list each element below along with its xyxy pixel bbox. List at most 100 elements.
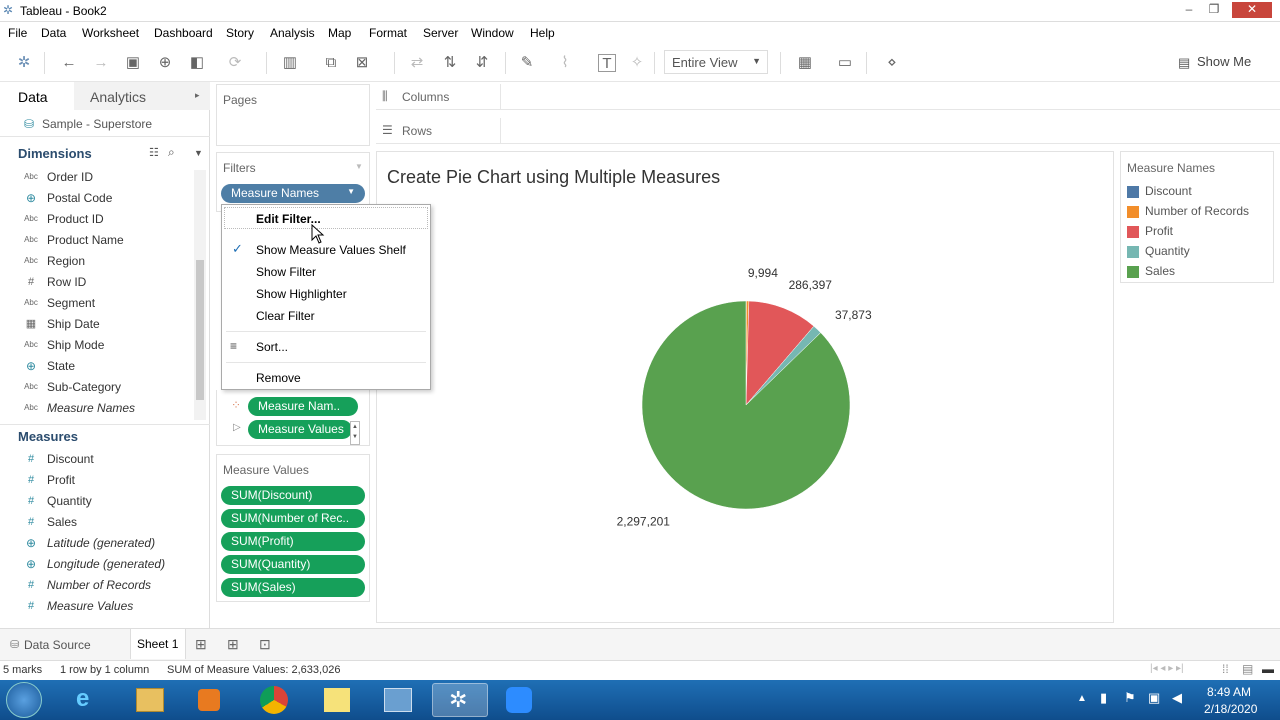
taskbar-sticky[interactable]: [310, 683, 366, 717]
show-me-button[interactable]: Show Me: [1197, 54, 1251, 69]
taskbar-zoom[interactable]: [492, 683, 548, 717]
redo-icon[interactable]: →: [92, 54, 110, 72]
fix-axes-icon[interactable]: ✧: [628, 54, 646, 72]
marks-pill-measure-values[interactable]: Measure Values: [248, 420, 352, 439]
scrollbar-thumb[interactable]: [196, 260, 204, 400]
show-mark-labels-icon[interactable]: T: [598, 54, 616, 72]
share-icon[interactable]: ⋄: [883, 54, 901, 72]
volume-icon[interactable]: ◀: [1172, 690, 1182, 706]
minimize-icon[interactable]: –: [1178, 2, 1200, 18]
tab-sheet1[interactable]: Sheet 1: [137, 637, 178, 651]
maximize-icon[interactable]: ❐: [1203, 2, 1225, 18]
menu-map[interactable]: Map: [328, 26, 351, 40]
chevron-down-icon[interactable]: ▼: [347, 187, 355, 196]
menu-analysis[interactable]: Analysis: [270, 26, 315, 40]
menu-worksheet[interactable]: Worksheet: [82, 26, 139, 40]
pill-sum-sales[interactable]: SUM(Sales): [221, 578, 365, 597]
worksheet-canvas[interactable]: Create Pie Chart using Multiple Measures…: [376, 151, 1114, 623]
field-ship-date[interactable]: ▦ Ship Date: [22, 317, 192, 338]
field-number-of-records[interactable]: # Number of Records: [22, 578, 192, 599]
field-row-id[interactable]: # Row ID: [22, 275, 192, 296]
menu-clear-filter[interactable]: Clear Filter: [256, 309, 315, 323]
tab-analytics[interactable]: Analytics: [90, 89, 146, 105]
new-worksheet-icon[interactable]: ▥: [281, 54, 299, 72]
view-list-icon[interactable]: ☷: [149, 146, 159, 159]
tray-expand-icon[interactable]: ▲: [1077, 693, 1087, 704]
search-icon[interactable]: ⌕: [168, 145, 175, 160]
rows-shelf[interactable]: ☰ Rows: [376, 118, 1280, 144]
new-worksheet-icon[interactable]: ⊞: [195, 636, 207, 653]
menu-data[interactable]: Data: [41, 26, 66, 40]
field-ship-mode[interactable]: Abc Ship Mode: [22, 338, 192, 359]
group-members-icon[interactable]: ⌇: [556, 54, 574, 72]
clock-time[interactable]: 8:49 AM: [1207, 685, 1251, 699]
menu-dashboard[interactable]: Dashboard: [154, 26, 213, 40]
filmstrip-icon[interactable]: ▤: [1242, 662, 1253, 676]
menu-help[interactable]: Help: [530, 26, 555, 40]
menu-server[interactable]: Server: [423, 26, 458, 40]
clear-sheet-icon[interactable]: ⊠: [353, 54, 371, 72]
field-product-id[interactable]: Abc Product ID: [22, 212, 192, 233]
chevron-down-icon[interactable]: ▼: [355, 162, 363, 171]
menu-remove[interactable]: Remove: [256, 371, 301, 385]
field-segment[interactable]: Abc Segment: [22, 296, 192, 317]
filters-shelf[interactable]: Filters ▼: [216, 152, 370, 212]
clock-date[interactable]: 2/18/2020: [1204, 702, 1257, 716]
sort-descending-icon[interactable]: ⇵: [473, 54, 491, 72]
dimensions-scrollbar[interactable]: [194, 170, 206, 420]
taskbar-chrome[interactable]: [246, 683, 302, 717]
tableau-home-icon[interactable]: ✲: [15, 54, 33, 72]
field-order-id[interactable]: Abc Order ID: [22, 170, 192, 191]
taskbar-app[interactable]: [370, 683, 426, 717]
menu-show-measure-values-shelf[interactable]: Show Measure Values Shelf: [256, 243, 406, 257]
field-longitude[interactable]: ⊕ Longitude (generated): [22, 557, 192, 578]
marks-scroll-arrows-icon[interactable]: ▲ ▼: [350, 421, 360, 445]
duplicate-sheet-icon[interactable]: ⧉: [322, 54, 340, 72]
field-sales[interactable]: # Sales: [22, 515, 192, 536]
chevron-down-icon[interactable]: ▼: [194, 148, 203, 158]
highlight-icon[interactable]: ✎: [518, 54, 536, 72]
pause-updates-icon[interactable]: ◧: [188, 54, 206, 72]
refresh-icon[interactable]: ⟳: [226, 54, 244, 72]
taskbar-explorer[interactable]: [122, 683, 178, 717]
fit-view-select[interactable]: Entire View ▼: [664, 50, 768, 74]
taskbar-ie[interactable]: e: [62, 683, 118, 717]
taskbar-media[interactable]: [182, 683, 238, 717]
taskbar-tableau[interactable]: ✲: [432, 683, 488, 717]
field-sub-category[interactable]: Abc Sub-Category: [22, 380, 192, 401]
pill-sum-number-of-records[interactable]: SUM(Number of Rec..: [221, 509, 365, 528]
sheet-sorter-icon[interactable]: ⁞⁞: [1222, 662, 1229, 676]
sheet-nav-arrows-icon[interactable]: |◂ ◂ ▸ ▸|: [1150, 663, 1184, 674]
pill-sum-profit[interactable]: SUM(Profit): [221, 532, 365, 551]
menu-file[interactable]: File: [8, 26, 27, 40]
start-button[interactable]: [6, 682, 42, 718]
menu-sort[interactable]: Sort...: [256, 340, 288, 354]
field-state[interactable]: ⊕ State: [22, 359, 192, 380]
new-datasource-icon[interactable]: ⊕: [156, 54, 174, 72]
tabs-view-icon[interactable]: ▬: [1262, 662, 1274, 676]
presentation-mode-icon[interactable]: ▭: [836, 54, 854, 72]
columns-shelf[interactable]: ⫼ Columns: [376, 84, 1280, 110]
field-region[interactable]: Abc Region: [22, 254, 192, 275]
field-profit[interactable]: # Profit: [22, 473, 192, 494]
new-story-icon[interactable]: ⊡: [259, 636, 271, 653]
pill-sum-quantity[interactable]: SUM(Quantity): [221, 555, 365, 574]
menu-format[interactable]: Format: [369, 26, 407, 40]
tab-data-source[interactable]: Data Source: [24, 638, 91, 652]
pane-menu-chevron-icon[interactable]: ▸: [195, 90, 200, 101]
field-measure-values[interactable]: # Measure Values: [22, 599, 192, 620]
menu-window[interactable]: Window: [471, 26, 514, 40]
tab-data[interactable]: Data: [18, 89, 48, 105]
save-icon[interactable]: ▣: [124, 54, 142, 72]
marks-pill-measure-names[interactable]: Measure Nam..: [248, 397, 358, 416]
pie-chart[interactable]: 9,994 286,397 37,873 2,297,201: [377, 152, 1113, 622]
undo-icon[interactable]: ←: [60, 54, 78, 72]
action-center-icon[interactable]: ⚑: [1124, 690, 1136, 706]
swap-rows-columns-icon[interactable]: ⇄: [408, 54, 426, 72]
network-icon[interactable]: ▣: [1148, 690, 1160, 706]
pill-sum-discount[interactable]: SUM(Discount): [221, 486, 365, 505]
menu-show-filter[interactable]: Show Filter: [256, 265, 316, 279]
sort-ascending-icon[interactable]: ⇅: [441, 54, 459, 72]
color-legend[interactable]: Measure Names Discount Number of Records…: [1120, 151, 1274, 283]
new-dashboard-icon[interactable]: ⊞: [227, 636, 239, 653]
